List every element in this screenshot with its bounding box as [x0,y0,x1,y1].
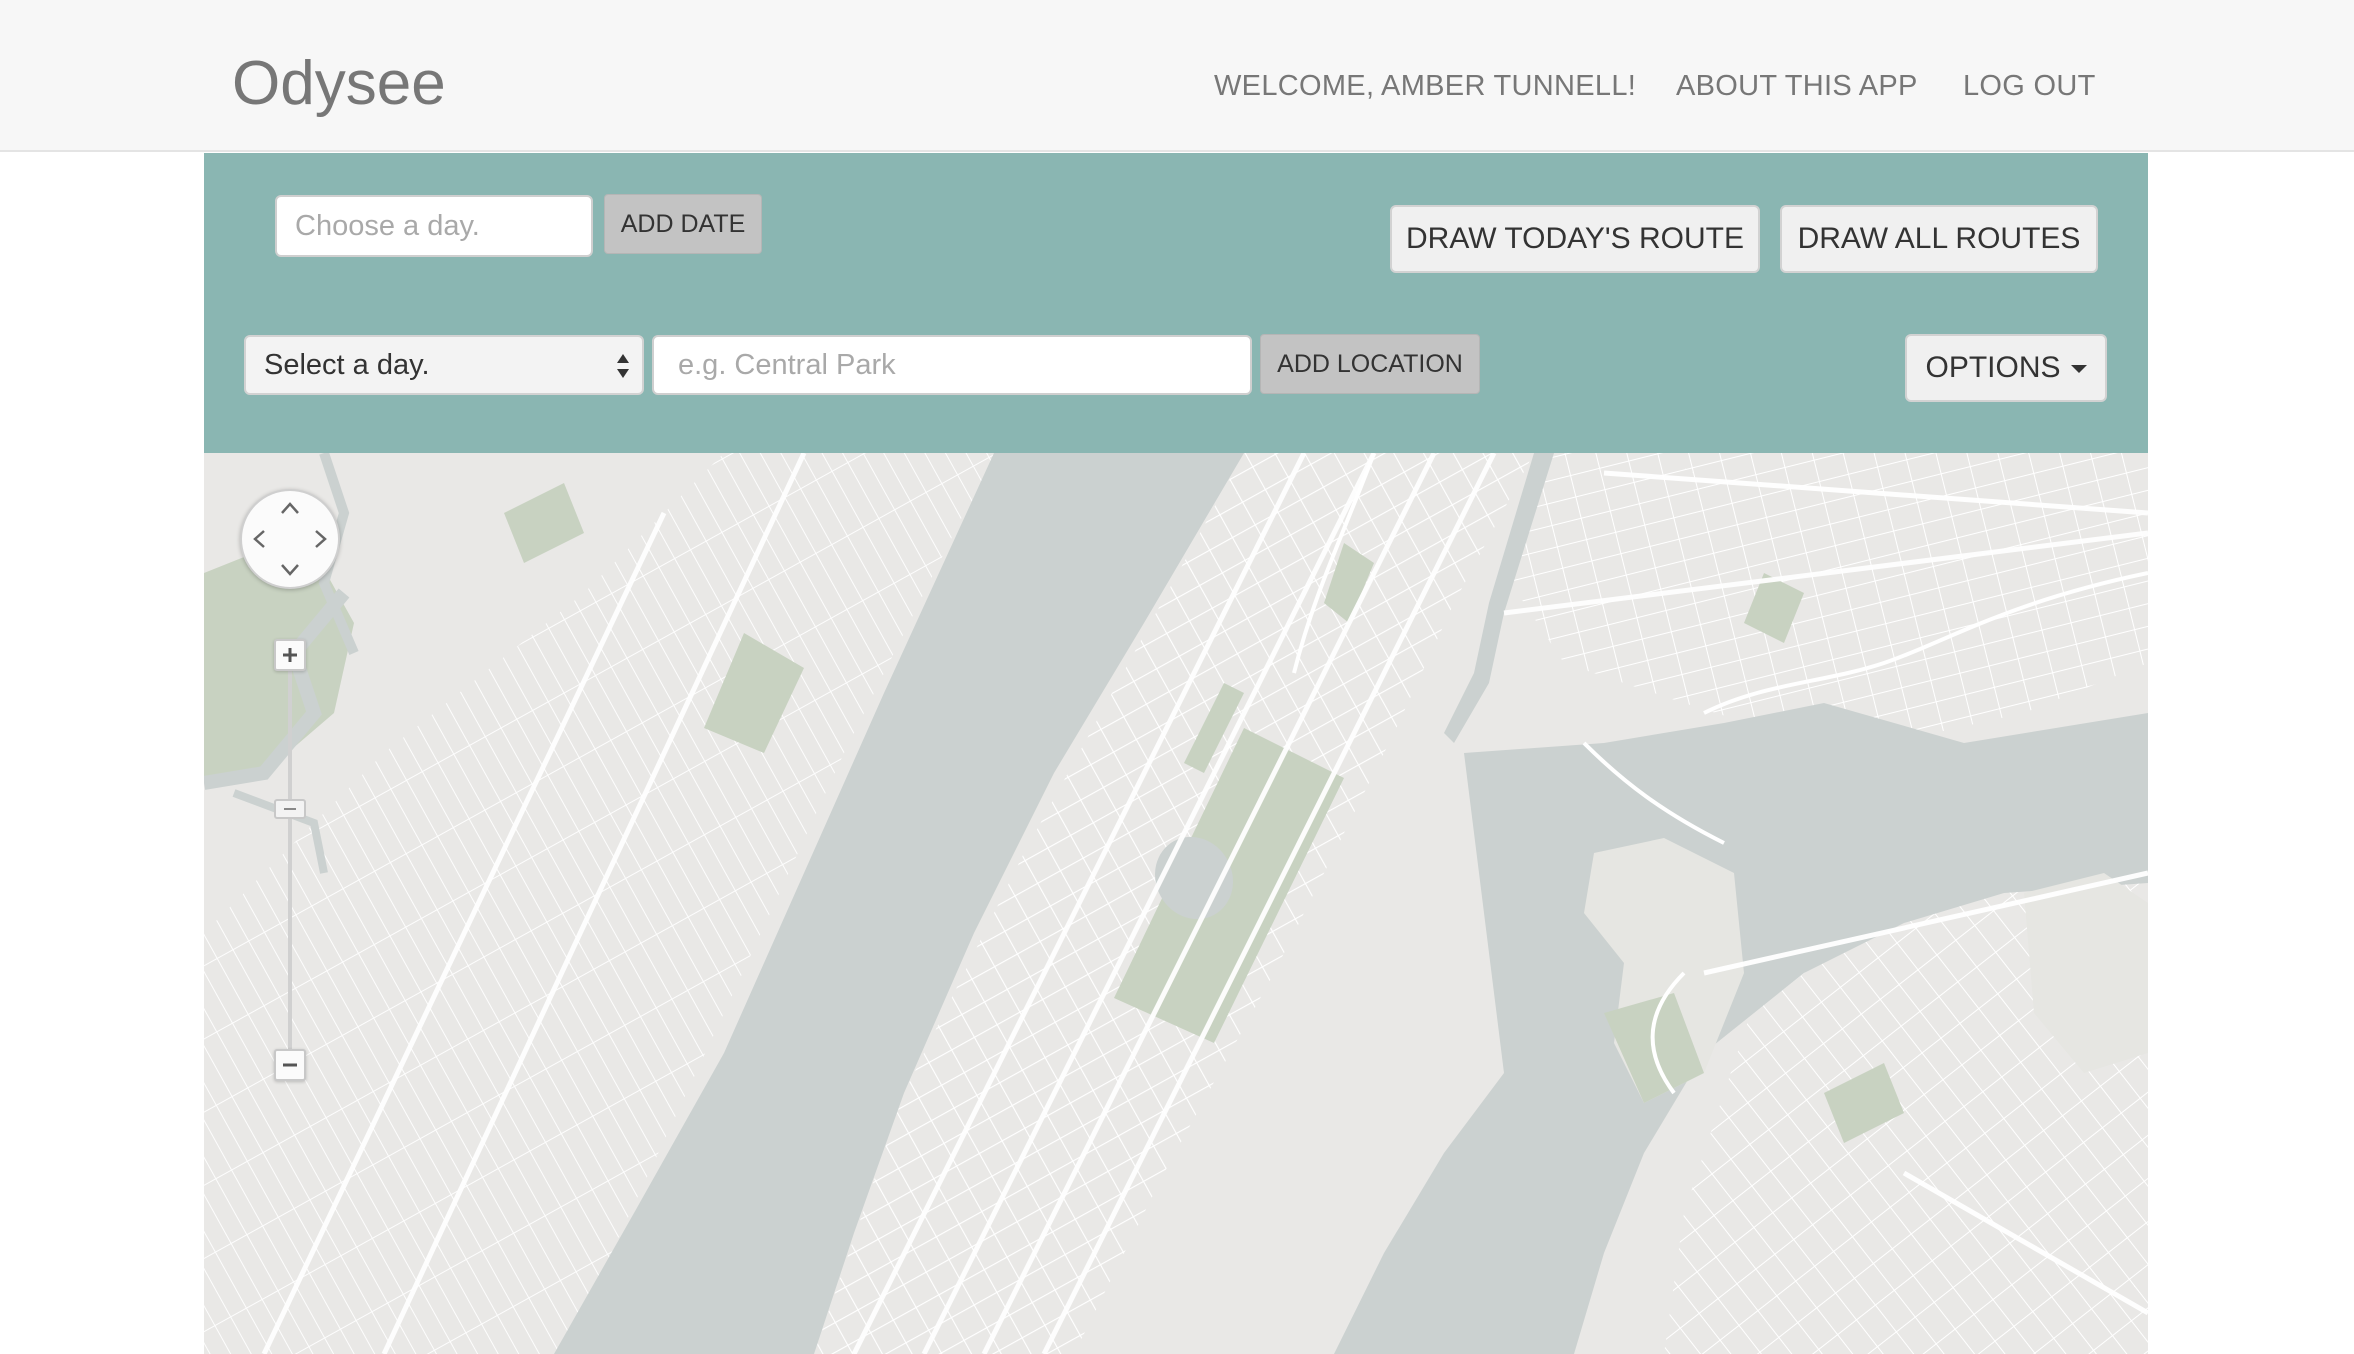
draw-all-routes-button[interactable]: DRAW ALL ROUTES [1780,205,2098,273]
map-tiles [204,453,2148,1354]
select-arrows-icon [617,354,629,378]
caret-down-icon [2070,365,2087,374]
options-label: OPTIONS [1925,351,2061,384]
zoom-out-button[interactable] [274,1049,306,1081]
pan-left-icon[interactable] [252,529,266,549]
slider-grip-icon [284,808,296,810]
pan-control [240,489,340,589]
location-input[interactable] [652,335,1252,395]
minus-icon [283,1063,297,1067]
draw-todays-route-button[interactable]: DRAW TODAY'S ROUTE [1390,205,1760,273]
zoom-in-button[interactable] [274,639,306,671]
pan-down-icon[interactable] [280,563,300,577]
pan-right-icon[interactable] [314,529,328,549]
top-navbar: Odysee WELCOME, AMBER TUNNELL! ABOUT THI… [0,0,2354,152]
zoom-slider-track[interactable] [288,665,292,1065]
add-location-button[interactable]: ADD LOCATION [1260,334,1480,394]
nav-welcome-link[interactable]: WELCOME, AMBER TUNNELL! [1214,66,1636,106]
day-select-value: Select a day. [264,349,430,381]
zoom-slider-handle[interactable] [274,799,306,819]
date-input[interactable] [275,195,593,257]
pan-up-icon[interactable] [280,501,300,515]
toolbar-panel: ADD DATE DRAW TODAY'S ROUTE DRAW ALL ROU… [204,153,2148,453]
options-dropdown-button[interactable]: OPTIONS [1905,334,2107,402]
add-date-button[interactable]: ADD DATE [604,194,762,254]
plus-icon [283,648,297,662]
day-select[interactable]: Select a day. [244,335,644,395]
nav-about-link[interactable]: ABOUT THIS APP [1676,66,1918,106]
brand-logo[interactable]: Odysee [232,48,446,120]
nav-logout-link[interactable]: LOG OUT [1963,66,2096,106]
map-view[interactable] [204,453,2148,1354]
